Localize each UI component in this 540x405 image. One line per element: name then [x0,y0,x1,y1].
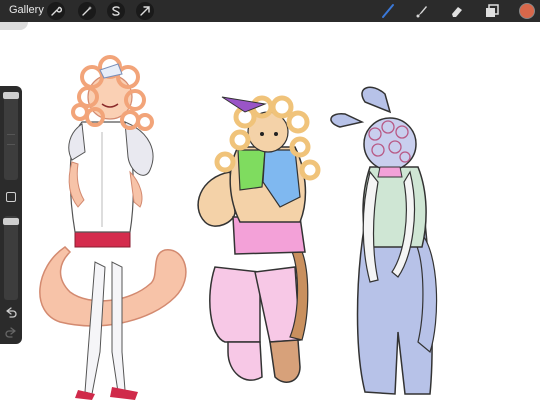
character-1-artwork [39,55,187,400]
smudge-icon[interactable] [414,3,430,19]
eraser-icon[interactable] [449,3,465,19]
character-3-artwork [330,86,438,395]
layers-icon[interactable] [484,3,500,19]
drawing-canvas[interactable] [0,22,540,405]
top-toolbar: Gallery [0,0,540,22]
transform-arrow-icon[interactable] [136,2,154,20]
brush-icon[interactable] [380,3,396,19]
character-2-artwork [197,95,321,383]
magic-wand-icon[interactable] [78,2,96,20]
wrench-icon[interactable] [47,2,65,20]
gallery-button[interactable]: Gallery [9,4,44,16]
selection-s-icon[interactable] [107,2,125,20]
color-picker-button[interactable] [519,3,535,19]
